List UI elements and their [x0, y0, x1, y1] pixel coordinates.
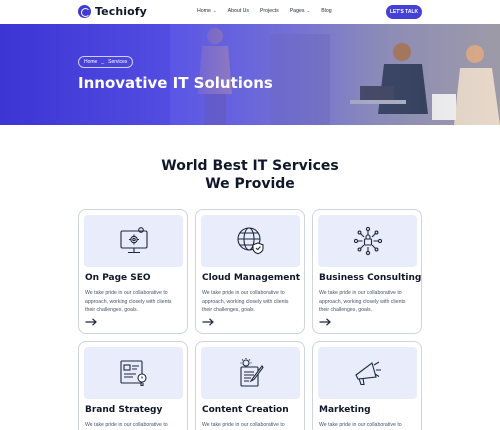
service-card-description: We take pride in our collaborative to ap… — [85, 290, 172, 313]
service-card-description: We take pride in our collaborative to ap… — [202, 290, 289, 313]
arrow-right-icon[interactable] — [202, 318, 214, 326]
arrow-right-icon[interactable] — [85, 318, 97, 326]
service-card-description: We take pride in our collaborative to ap… — [202, 422, 285, 428]
nav-label: Home — [197, 8, 211, 14]
nav-label: Pages — [289, 8, 305, 14]
service-card-description: We take pride in our collaborative to ap… — [85, 422, 168, 428]
service-card-image — [84, 347, 183, 399]
nav-label: Blog — [321, 8, 332, 14]
breadcrumb-separator: _ — [101, 59, 105, 65]
service-card-cloud-management[interactable]: Cloud Management We take pride in our co… — [195, 209, 305, 334]
breadcrumb: Home _ Services — [78, 56, 134, 68]
section-title-line2: We Provide — [205, 176, 295, 192]
logo[interactable]: Techiofy — [78, 5, 147, 18]
page-title: Innovative IT Solutions — [78, 74, 273, 92]
main-nav: Home ⌄ About Us Projects Pages ⌄ Blog — [197, 8, 332, 14]
service-card-title: Cloud Management — [202, 273, 301, 283]
nav-item-projects[interactable]: Projects — [260, 8, 279, 14]
nav-item-blog[interactable]: Blog — [321, 8, 331, 14]
chevron-down-icon: ⌄ — [212, 8, 217, 13]
nav-item-pages[interactable]: Pages ⌄ — [290, 8, 311, 14]
service-card-description: We take pride in our collaborative to ap… — [319, 290, 406, 313]
service-card-title: Content Creation — [202, 405, 289, 415]
service-card-image — [84, 215, 183, 267]
nav-label: About Us — [227, 8, 249, 14]
hero-banner: Home _ Services Innovative IT Solutions — [0, 24, 500, 125]
nav-item-home[interactable]: Home ⌄ — [197, 8, 217, 14]
globe-shield-icon — [236, 227, 264, 255]
breadcrumb-home-link[interactable]: Home — [84, 59, 97, 65]
monitor-gear-icon — [119, 227, 148, 254]
logo-mark-icon — [78, 5, 91, 18]
strategy-board-icon — [119, 360, 147, 387]
site-header: Techiofy Home ⌄ About Us Projects Pages … — [0, 0, 500, 24]
nav-label: Projects — [259, 8, 279, 14]
service-card-image — [318, 347, 417, 399]
service-card-title: Brand Strategy — [85, 405, 163, 415]
service-card-marketing[interactable]: Marketing We take pride in our collabora… — [312, 341, 422, 430]
section-title-line1: World Best IT Services — [161, 158, 339, 174]
service-card-title: On Page SEO — [85, 273, 151, 283]
service-card-image — [201, 347, 300, 399]
section-title: World Best IT Services We Provide — [0, 157, 500, 193]
content-edit-icon — [239, 358, 264, 387]
lets-talk-button[interactable]: LET'S TALK — [386, 5, 422, 19]
arrow-right-icon[interactable] — [319, 318, 331, 326]
service-card-on-page-seo[interactable]: On Page SEO We take pride in our collabo… — [78, 209, 188, 334]
service-card-description: We take pride in our collaborative to ap… — [319, 422, 402, 428]
service-card-title: Business Consulting — [319, 273, 422, 283]
service-card-content-creation[interactable]: Content Creation We take pride in our co… — [195, 341, 305, 430]
chevron-down-icon: ⌄ — [306, 8, 311, 13]
logo-text: Techiofy — [95, 5, 147, 18]
network-lock-icon — [353, 226, 382, 256]
megaphone-icon — [354, 361, 381, 386]
service-card-image — [201, 215, 300, 267]
nav-item-about-us[interactable]: About Us — [228, 8, 249, 14]
service-card-title: Marketing — [319, 405, 371, 415]
service-card-business-consulting[interactable]: Business Consulting We take pride in our… — [312, 209, 422, 334]
breadcrumb-current: Services — [108, 59, 128, 65]
service-card-brand-strategy[interactable]: Brand Strategy We take pride in our coll… — [78, 341, 188, 430]
service-card-image — [318, 215, 417, 267]
